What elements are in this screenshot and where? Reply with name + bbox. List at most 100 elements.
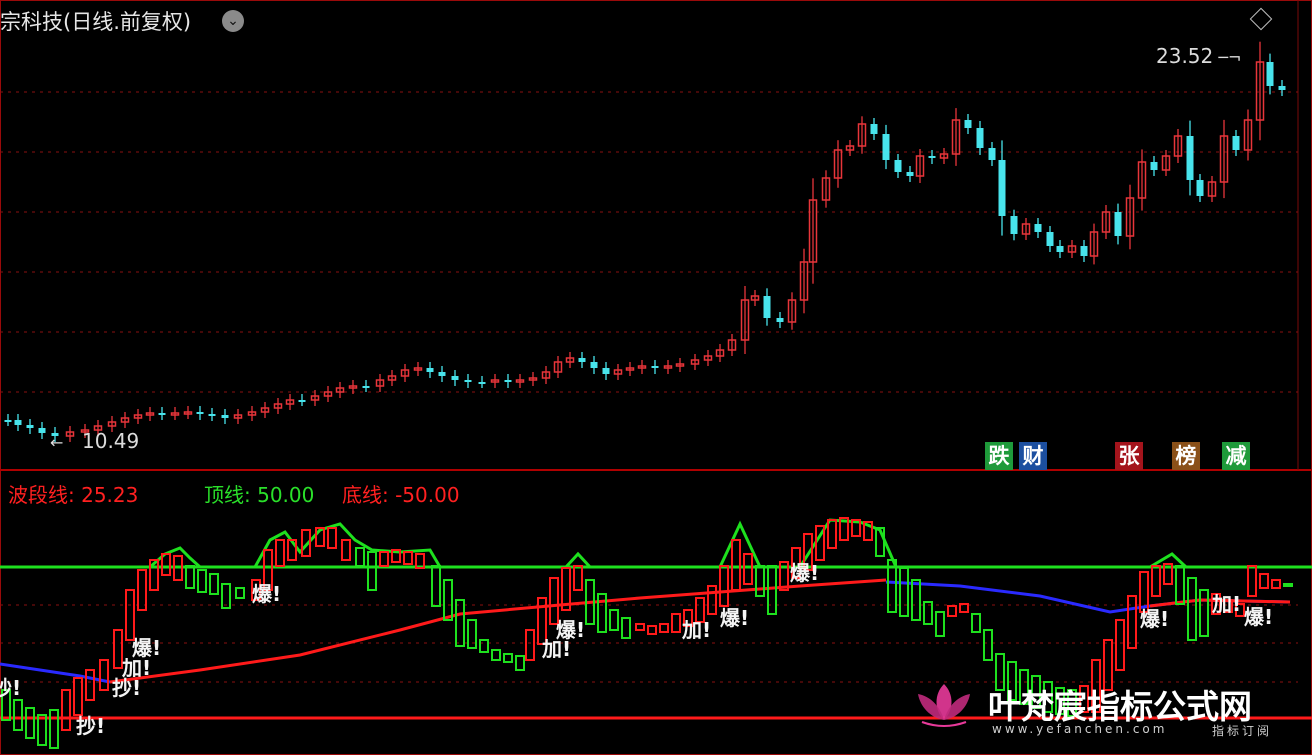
indicator-bar (983, 629, 993, 661)
candle-body (451, 376, 459, 380)
indicator-bar (49, 709, 59, 749)
candle-body (1232, 136, 1240, 150)
signal-marker: 爆! (720, 606, 750, 630)
signal-marker: 爆! (1140, 607, 1170, 631)
indicator-bar (1271, 579, 1281, 589)
indicator-bar (743, 553, 753, 585)
signal-marker: 抄! (76, 714, 106, 738)
candle-body (1186, 136, 1194, 180)
candle-body (964, 120, 972, 128)
tag-jian[interactable]: 减 (1222, 442, 1250, 470)
tag-die[interactable]: 跌 (985, 442, 1013, 470)
candle-body (1278, 86, 1286, 90)
indicator-bar (85, 669, 95, 701)
candle-body (1114, 212, 1122, 236)
signal-marker: 爆! (1244, 605, 1274, 629)
chart-frame (0, 0, 1312, 755)
indicator-bar (367, 551, 377, 591)
candle-body (776, 318, 784, 322)
indicator-bar (137, 569, 147, 611)
watermark-url: www.yefanchen.com (992, 722, 1168, 736)
indicator-bar (911, 579, 921, 621)
candle-body (221, 415, 229, 418)
candle-body (763, 296, 771, 318)
indicator-bar (491, 649, 501, 661)
signal-marker: 爆! (132, 636, 162, 660)
candle-body (1150, 162, 1158, 170)
indicator-bar (767, 565, 777, 615)
candle-body (1034, 224, 1042, 232)
indicator-bar (1247, 565, 1257, 597)
indicator-bar (443, 579, 453, 621)
slow-line-red (109, 578, 887, 684)
indicator-bar (1127, 595, 1137, 649)
indicator-bar (659, 623, 669, 633)
candle-body (602, 368, 610, 374)
candle-body (38, 428, 46, 433)
candlestick-series (4, 41, 1286, 442)
candle-body (208, 414, 216, 416)
indicator-bar (635, 623, 645, 631)
indicator-bar (197, 569, 207, 593)
top-line-label: 顶线: 50.00 (204, 483, 315, 507)
indicator-bar (671, 613, 681, 633)
candle-body (478, 382, 486, 384)
indicator-bar (719, 565, 729, 607)
indicator-bar (479, 639, 489, 653)
indicator-bar (327, 527, 337, 549)
indicator-bar (185, 565, 195, 589)
indicator-bar (935, 611, 945, 637)
candle-body (196, 412, 204, 414)
indicator-bar (707, 585, 717, 615)
indicator-bar (609, 609, 619, 631)
candle-body (464, 380, 472, 382)
signal-marker: 爆! (556, 618, 586, 642)
indicator-bar (1151, 565, 1161, 597)
candle-body (1196, 180, 1204, 196)
indicator-bar (209, 573, 219, 595)
tag-zhang[interactable]: 张 (1115, 442, 1143, 470)
signal-marker: 爆! (252, 582, 282, 606)
chart-title: 宗科技(日线.前复权) (0, 10, 192, 34)
indicator-bar (1115, 619, 1125, 671)
tag-cai[interactable]: 财 (1019, 442, 1047, 470)
indicator-bar (379, 551, 389, 567)
min-price-label: 10.49 (82, 429, 140, 453)
indicator-bar (947, 605, 957, 617)
indicator-bar (899, 567, 909, 617)
indicator-bar (13, 699, 23, 731)
candle-body (1010, 216, 1018, 234)
indicator-bar (403, 551, 413, 565)
signal-marker: 加! (1212, 592, 1242, 616)
signal-marker: 加! (682, 618, 712, 642)
stock-chart-window: 宗科技(日线.前复权) ⌄ 23.52 ─¬ 10.49 ← 波段线: 25.2… (0, 0, 1312, 755)
signal-marker: 爆! (790, 561, 820, 585)
candle-body (298, 400, 306, 402)
candle-body (998, 160, 1006, 216)
min-arrow-icon: ← (50, 433, 64, 452)
candle-body (906, 172, 914, 176)
candle-body (894, 160, 902, 172)
indicator-bar (755, 565, 765, 597)
indicator-bar (647, 625, 657, 635)
candle-body (976, 128, 984, 148)
candle-body (590, 362, 598, 368)
indicator-bar (503, 653, 513, 663)
indicator-bar (431, 565, 441, 607)
indicator-bar (25, 707, 35, 739)
indicator-bar (515, 655, 525, 671)
lotus-logo-icon (918, 684, 970, 727)
chevron-down-icon[interactable]: ⌄ (222, 10, 244, 32)
candle-body (1080, 246, 1088, 256)
candle-body (988, 148, 996, 160)
candle-body (26, 425, 34, 428)
candle-body (4, 420, 12, 422)
tag-bang[interactable]: 榜 (1172, 442, 1200, 470)
candle-body (870, 124, 878, 134)
indicator-bar (355, 547, 365, 567)
candle-body (578, 358, 586, 362)
candle-body (651, 366, 659, 368)
indicator-bar (525, 629, 535, 661)
indicator-bar (113, 629, 123, 669)
indicator-bar (99, 659, 109, 691)
